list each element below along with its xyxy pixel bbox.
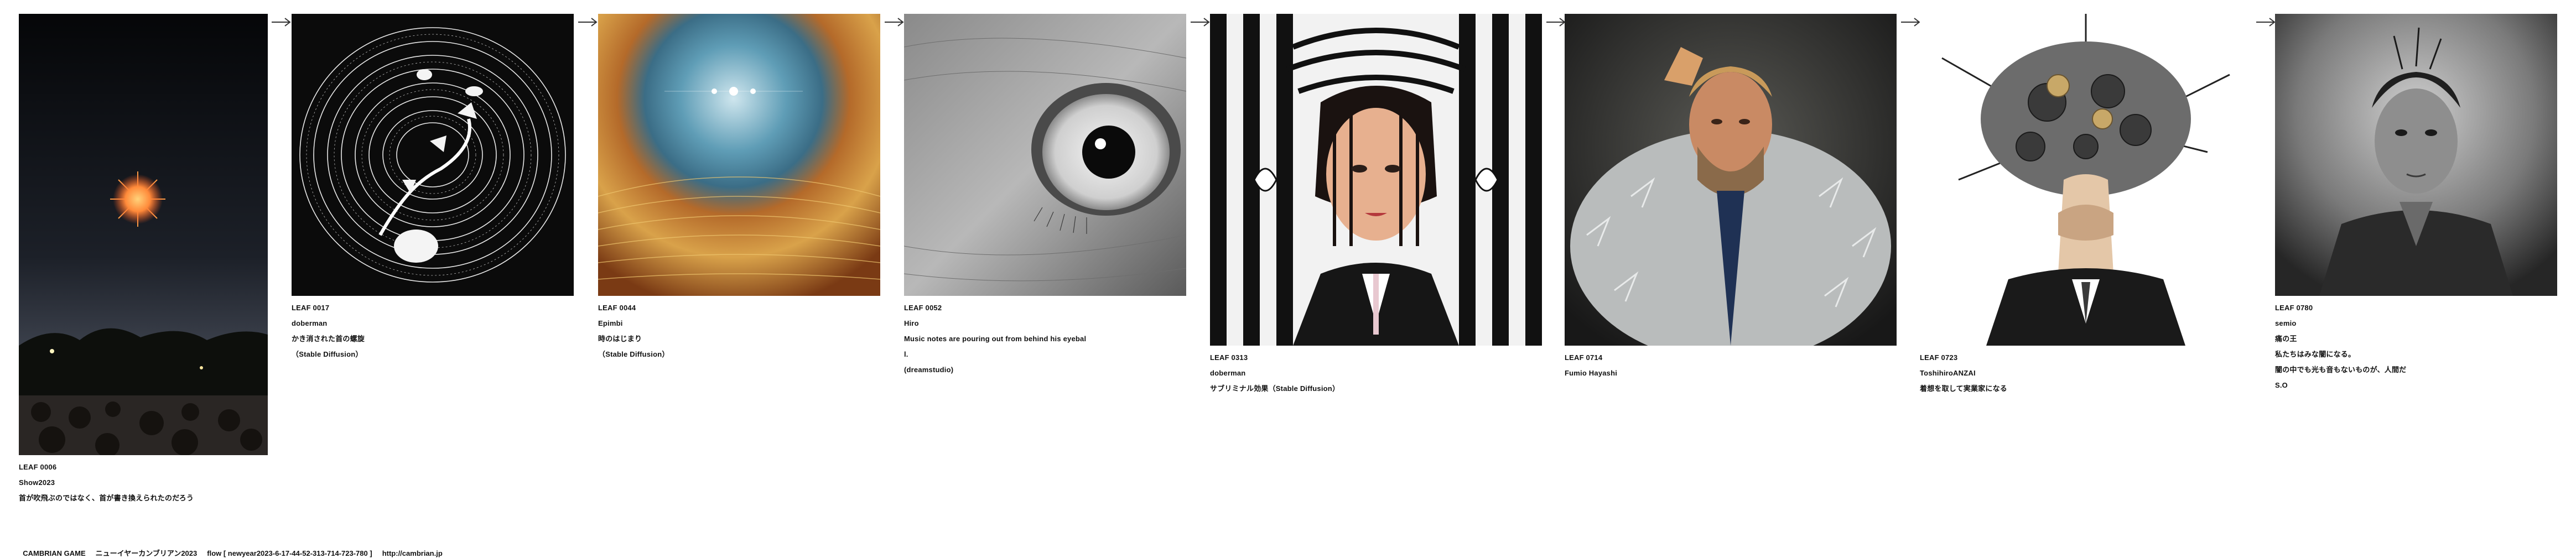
leaf-author: Hiro xyxy=(904,319,919,327)
flow-arrow-icon xyxy=(1190,15,1212,29)
leaf-text-line: 闇の中でも光も音もないものが、人間だ xyxy=(2275,366,2407,374)
leaf-id: LEAF 0780 xyxy=(2275,304,2313,312)
bw-boy-portrait-image[interactable] xyxy=(2275,14,2557,296)
leaf-author: doberman xyxy=(292,319,328,327)
leaf-card-0017[interactable]: LEAF 0017 doberman かき消された首の螺旋 （Stable Di… xyxy=(292,14,574,362)
leaf-card-0780[interactable]: LEAF 0780 semio 痛の王 私たちはみな闇になる。 闇の中でも光も音… xyxy=(2275,14,2557,393)
leaf-text-line: (dreamstudio) xyxy=(904,366,954,374)
leaf-id: LEAF 0052 xyxy=(904,304,942,312)
monochrome-eye-closeup-image[interactable] xyxy=(904,14,1186,296)
leaf-id: LEAF 0044 xyxy=(598,304,636,312)
leaf-text-line: 私たちはみな闇になる。 xyxy=(2275,350,2356,358)
leaf-text-line: 首が吹飛ぶのではなく、首が書き換えられたのだろう xyxy=(19,494,194,502)
leaf-text-line: 痛の王 xyxy=(2275,335,2297,343)
leaf-card-0723[interactable]: LEAF 0723 ToshihiroANZAI 着想を取して実業家になる xyxy=(1920,14,2252,397)
leaf-id: LEAF 0714 xyxy=(1565,353,1603,362)
leaf-card-0044[interactable]: LEAF 0044 Epimbi 時のはじまり （Stable Diffusio… xyxy=(598,14,880,362)
leaf-id: LEAF 0723 xyxy=(1920,353,1958,362)
leaf-id: LEAF 0017 xyxy=(292,304,330,312)
fireworks-night-crowd-photo[interactable] xyxy=(19,14,268,455)
flow-arrow-icon xyxy=(1900,15,1922,29)
striped-portrait-woman-image[interactable] xyxy=(1210,14,1542,346)
flow-arrow-icon xyxy=(884,15,906,29)
leaf-author: Show2023 xyxy=(19,478,55,487)
leaf-author: semio xyxy=(2275,319,2297,327)
leaf-id: LEAF 0006 xyxy=(19,463,57,471)
leaf-text-line: かき消された首の螺旋 xyxy=(292,335,365,343)
leaf-card-0006[interactable]: LEAF 0006 Show2023 首が吹飛ぶのではなく、首が書き換えられたの… xyxy=(19,14,268,506)
flow-arrow-icon xyxy=(1545,15,1567,29)
cosmic-eye-sunset-image[interactable] xyxy=(598,14,880,296)
leaf-text-line: S.O xyxy=(2275,381,2288,389)
leaf-id: LEAF 0313 xyxy=(1210,353,1248,362)
leaf-text-line: サブリミナル効果（Stable Diffusion） xyxy=(1210,384,1340,393)
flow-arrow-icon xyxy=(577,15,599,29)
leaf-author: Epimbi xyxy=(598,319,623,327)
leaf-text-line: 時のはじまり xyxy=(598,335,642,343)
leaf-text-line: （Stable Diffusion） xyxy=(598,350,669,358)
bearded-man-feathers-image[interactable] xyxy=(1565,14,1897,346)
leaf-author: doberman xyxy=(1210,369,1246,377)
mechanical-gear-head-image[interactable] xyxy=(1920,14,2252,346)
leaf-text-line: Music notes are pouring out from behind … xyxy=(904,335,1087,343)
leaf-card-0052[interactable]: LEAF 0052 Hiro Music notes are pouring o… xyxy=(904,14,1186,378)
leaf-card-0313[interactable]: LEAF 0313 doberman サブリミナル効果（Stable Diffu… xyxy=(1210,14,1542,397)
footer: CAMBRIAN GAME ニューイヤーカンブリアン2023 flow [ newy… xyxy=(19,539,453,558)
leaf-author: Fumio Hayashi xyxy=(1565,369,1618,377)
leaf-card-0714[interactable]: LEAF 0714 Fumio Hayashi xyxy=(1565,14,1897,381)
flow-arrow-icon xyxy=(271,15,293,29)
spiral-ink-abstract-image[interactable] xyxy=(292,14,574,296)
flow-arrow-icon xyxy=(2255,15,2277,29)
leaf-text-line: （Stable Diffusion） xyxy=(292,350,363,358)
leaf-text-line: 着想を取して実業家になる xyxy=(1920,384,2008,393)
leaf-text-line: l. xyxy=(904,350,908,358)
leaf-author: ToshihiroANZAI xyxy=(1920,369,1976,377)
